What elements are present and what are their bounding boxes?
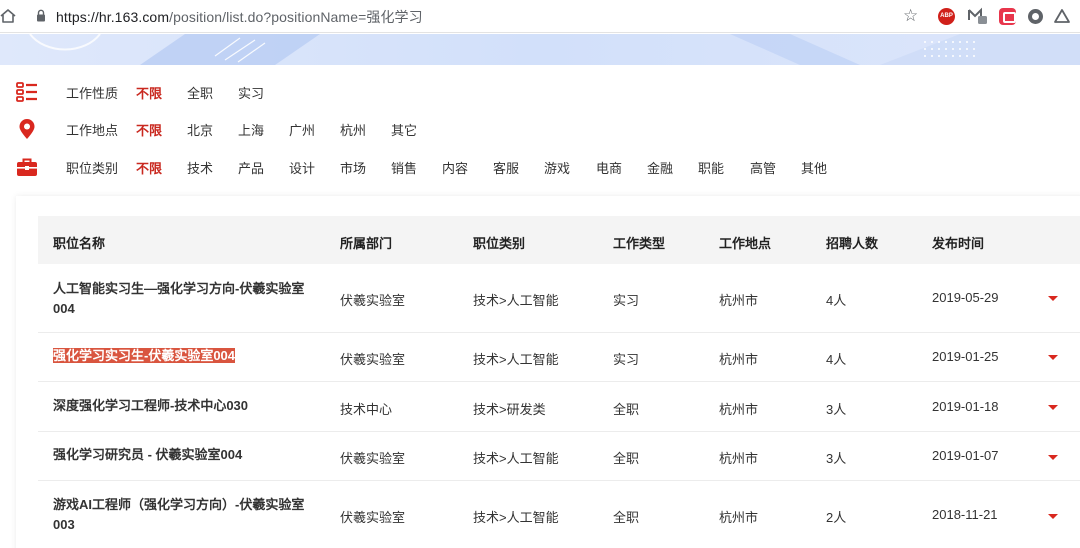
- job-dept: 伏羲实验室: [340, 451, 406, 466]
- filter-category-sales[interactable]: 销售: [391, 158, 417, 177]
- circle-extension-icon[interactable]: [1028, 9, 1043, 24]
- job-category: 技术>人工智能: [473, 352, 559, 367]
- job-category: 技术>研发类: [473, 402, 546, 417]
- filter-category-executive[interactable]: 高管: [750, 158, 776, 177]
- filter-row-location: 工作地点 不限 北京 上海 广州 杭州 其它: [0, 117, 1080, 141]
- filter-category-any[interactable]: 不限: [136, 158, 162, 177]
- expand-caret-icon[interactable]: [1048, 296, 1058, 301]
- job-category: 技术>人工智能: [473, 293, 559, 308]
- expand-caret-icon[interactable]: [1048, 355, 1058, 360]
- filter-location-beijing[interactable]: 北京: [187, 120, 213, 139]
- browser-address-bar: https://hr.163.com/position/list.do?posi…: [0, 0, 1080, 33]
- job-count: 4人: [826, 293, 847, 308]
- job-title[interactable]: 游戏AI工程师（强化学习方向）-伏羲实验室003: [53, 495, 315, 535]
- banner-decoration: [29, 34, 1080, 65]
- job-date: 2019-01-18: [932, 399, 999, 414]
- filter-label-category: 职位类别: [66, 161, 119, 176]
- job-dept: 技术中心: [340, 402, 393, 417]
- filter-category-service[interactable]: 客服: [493, 158, 519, 177]
- briefcase-icon: [17, 158, 37, 176]
- filter-category-functional[interactable]: 职能: [698, 158, 724, 177]
- job-count: 3人: [826, 402, 847, 417]
- col-header-count: 招聘人数: [826, 236, 879, 251]
- job-dept: 伏羲实验室: [340, 293, 406, 308]
- col-header-location: 工作地点: [719, 236, 772, 251]
- bookmark-star-icon[interactable]: ☆: [903, 6, 918, 26]
- job-title[interactable]: 人工智能实习生—强化学习方向-伏羲实验室004: [53, 279, 315, 319]
- job-count: 4人: [826, 352, 847, 367]
- url-host: https://hr.163.com: [56, 9, 170, 25]
- job-title[interactable]: 深度强化学习工程师-技术中心030: [53, 396, 315, 416]
- job-type: 全职: [613, 402, 640, 417]
- col-header-date: 发布时间: [932, 236, 985, 251]
- lock-icon[interactable]: [36, 9, 46, 22]
- row-divider: [38, 431, 1080, 432]
- job-date: 2018-11-21: [932, 507, 998, 522]
- job-type: 实习: [613, 352, 640, 367]
- job-type: 全职: [613, 451, 640, 466]
- job-dept: 伏羲实验室: [340, 510, 406, 525]
- row-divider: [38, 381, 1080, 382]
- filter-location-any[interactable]: 不限: [136, 120, 162, 139]
- filter-location-guangzhou[interactable]: 广州: [289, 120, 315, 139]
- job-category: 技术>人工智能: [473, 510, 559, 525]
- job-count: 2人: [826, 510, 847, 525]
- filter-nature-fulltime[interactable]: 全职: [187, 83, 213, 102]
- filter-category-game[interactable]: 游戏: [544, 158, 570, 177]
- job-date: 2019-05-29: [932, 290, 999, 305]
- filter-category-product[interactable]: 产品: [238, 158, 264, 177]
- col-header-category: 职位类别: [473, 236, 526, 251]
- url-path: /position/list.do?positionName=强化学习: [169, 9, 423, 25]
- home-icon[interactable]: [0, 8, 16, 24]
- job-category: 技术>人工智能: [473, 451, 559, 466]
- row-divider: [38, 480, 1080, 481]
- job-location: 杭州市: [719, 402, 759, 417]
- job-title[interactable]: 强化学习研究员 - 伏羲实验室004: [53, 445, 315, 465]
- expand-caret-icon[interactable]: [1048, 405, 1058, 410]
- job-type: 全职: [613, 510, 640, 525]
- filter-location-hangzhou[interactable]: 杭州: [340, 120, 366, 139]
- filter-row-category: 职位类别 不限 技术 产品 设计 市场 销售 内容 客服 游戏 电商 金融 职能…: [0, 155, 1080, 179]
- red-extension-icon[interactable]: [999, 8, 1016, 25]
- adblock-extension-icon[interactable]: ABP: [938, 8, 955, 25]
- filter-row-nature: 工作性质 不限 全职 实习: [0, 80, 1080, 104]
- url-field[interactable]: https://hr.163.com/position/list.do?posi…: [56, 7, 423, 27]
- filter-label-nature: 工作性质: [66, 86, 119, 101]
- job-location: 杭州市: [719, 510, 759, 525]
- filter-nature-intern[interactable]: 实习: [238, 83, 264, 102]
- row-divider: [38, 332, 1080, 333]
- filter-nature-any[interactable]: 不限: [136, 83, 162, 102]
- filter-category-marketing[interactable]: 市场: [340, 158, 366, 177]
- expand-caret-icon[interactable]: [1048, 455, 1058, 460]
- job-date: 2019-01-07: [932, 448, 999, 463]
- filter-category-content[interactable]: 内容: [442, 158, 468, 177]
- filter-location-other[interactable]: 其它: [391, 120, 417, 139]
- job-type: 实习: [613, 293, 640, 308]
- cloud-extension-icon[interactable]: [1053, 8, 1071, 25]
- job-location: 杭州市: [719, 293, 759, 308]
- job-date: 2019-01-25: [932, 349, 999, 364]
- filter-category-finance[interactable]: 金融: [647, 158, 673, 177]
- location-pin-icon: [19, 119, 35, 139]
- mail-extension-icon[interactable]: [968, 7, 988, 25]
- expand-caret-icon[interactable]: [1048, 514, 1058, 519]
- filter-label-location: 工作地点: [66, 123, 119, 138]
- job-title[interactable]: 强化学习实习生-伏羲实验室004: [53, 346, 315, 366]
- hero-banner: [0, 34, 1080, 65]
- list-icon: [16, 82, 37, 102]
- job-location: 杭州市: [719, 451, 759, 466]
- filter-category-tech[interactable]: 技术: [187, 158, 213, 177]
- table-header: [38, 216, 1080, 264]
- job-title-highlight[interactable]: 强化学习实习生-伏羲实验室004: [53, 348, 236, 363]
- filter-category-design[interactable]: 设计: [289, 158, 315, 177]
- filter-category-ecommerce[interactable]: 电商: [596, 158, 622, 177]
- col-header-title: 职位名称: [53, 236, 106, 251]
- job-location: 杭州市: [719, 352, 759, 367]
- col-header-dept: 所属部门: [340, 236, 393, 251]
- job-count: 3人: [826, 451, 847, 466]
- filter-location-shanghai[interactable]: 上海: [238, 120, 264, 139]
- col-header-type: 工作类型: [613, 236, 666, 251]
- job-dept: 伏羲实验室: [340, 352, 406, 367]
- filter-category-others[interactable]: 其他: [801, 158, 827, 177]
